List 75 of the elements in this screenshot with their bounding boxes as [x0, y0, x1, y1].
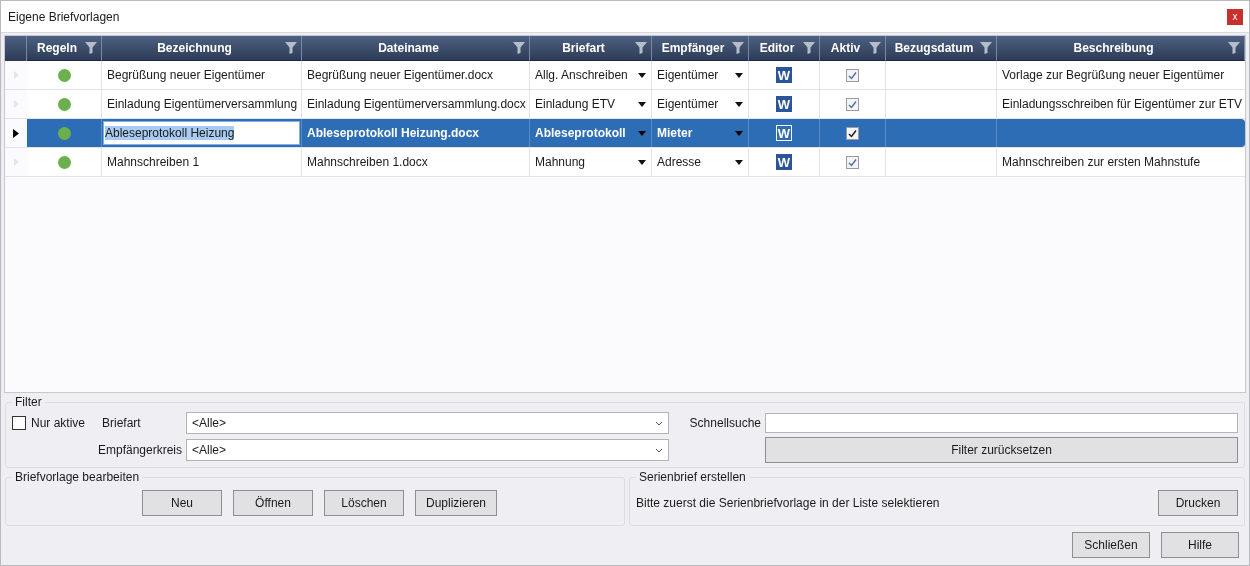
- table-cell: Allg. Anschreiben: [535, 68, 628, 82]
- checkbox[interactable]: [846, 155, 859, 169]
- dropdown-caret-icon[interactable]: [638, 101, 646, 107]
- table-cell: Adresse: [657, 155, 702, 169]
- only-active-checkbox[interactable]: Nur aktive: [12, 416, 98, 430]
- table-cell: Eigentümer: [657, 68, 719, 82]
- checkbox[interactable]: [846, 97, 859, 111]
- checkmark-icon: [848, 157, 857, 167]
- table-row[interactable]: Begrüßung neuer Eigentümer Begrüßung neuer Eigentümer.docx Allg. Anschreiben Eigentümer W Vorlage zur Begrüßung neuer Eigentümer: [5, 61, 1245, 90]
- filter-icon[interactable]: [803, 42, 815, 54]
- checkmark-icon: [848, 99, 857, 109]
- group-title: Briefvorlage bearbeiten: [14, 470, 141, 484]
- action-button[interactable]: Neu: [142, 490, 222, 516]
- reset-filter-button[interactable]: Filter zurücksetzen: [765, 437, 1238, 463]
- action-button[interactable]: Löschen: [324, 490, 404, 516]
- checkbox[interactable]: [12, 416, 26, 430]
- dropdown-caret-icon[interactable]: [735, 101, 743, 107]
- word-icon[interactable]: W: [776, 96, 792, 112]
- filter-icon[interactable]: [980, 42, 992, 54]
- table-cell: Einladung ETV: [535, 97, 616, 111]
- word-icon[interactable]: W: [776, 67, 792, 83]
- table-cell: Mahnschreiben zur ersten Mahnstufe: [1002, 155, 1201, 169]
- search-field[interactable]: [765, 413, 1238, 433]
- checkmark-icon: [848, 70, 857, 80]
- table-cell: Einladung Eigentümerversammlung: [107, 97, 298, 111]
- table-row[interactable]: Ableseprotokoll Heizung Ableseprotokoll Heizung.docx Ableseprotokoll Mieter W: [5, 119, 1245, 148]
- action-button[interactable]: Duplizieren: [415, 490, 498, 516]
- field-label: Briefart: [102, 416, 142, 430]
- dialog-button[interactable]: Hilfe: [1161, 532, 1239, 558]
- recipients-dropdown[interactable]: <Alle>: [186, 439, 669, 461]
- table-cell: Einladung Eigentümerversammlung.docx: [307, 97, 526, 111]
- table-cell: Einladungsschreiben für Eigentümer zur ETV: [1002, 97, 1243, 111]
- letter-type-dropdown[interactable]: <Alle>: [186, 412, 669, 434]
- dropdown-caret-icon[interactable]: [735, 159, 743, 165]
- checkbox[interactable]: [846, 126, 859, 140]
- window-title: Eigene Briefvorlagen: [8, 9, 120, 24]
- dropdown-caret-icon[interactable]: [638, 72, 646, 78]
- filter-icon[interactable]: [732, 42, 744, 54]
- group-title: Filter: [14, 395, 43, 409]
- dropdown-caret-icon[interactable]: [735, 72, 743, 78]
- hint-text: Bitte zuerst die Serienbriefvorlage in der Liste selektieren: [636, 496, 940, 510]
- table-cell: Mahnung: [535, 155, 586, 169]
- chevron-down-icon[interactable]: [655, 420, 663, 426]
- table-cell: Begrüßung neuer Eigentümer: [107, 68, 266, 82]
- table-cell: Vorlage zur Begrüßung neuer Eigentümer: [1002, 68, 1225, 82]
- current-row-icon: [13, 128, 19, 138]
- filter-icon[interactable]: [285, 42, 297, 54]
- table-cell: Mieter: [657, 126, 693, 140]
- print-button[interactable]: Drucken: [1158, 490, 1238, 516]
- filter-icon[interactable]: [513, 42, 525, 54]
- table-cell: Ableseprotokoll Heizung.docx: [307, 126, 480, 140]
- table-cell: Mahnschreiben 1: [107, 155, 200, 169]
- checkbox[interactable]: [846, 68, 859, 82]
- table-row[interactable]: Mahnschreiben 1 Mahnschreiben 1.docx Mahnung Adresse W Mahnschreiben zur ersten Mahnstufe: [5, 148, 1245, 177]
- table-row[interactable]: Einladung Eigentümerversammlung Einladung Eigentümerversammlung.docx Einladung ETV Eigentümer W Einladungsschreiben für Eigentümer zur ETV: [5, 90, 1245, 119]
- name-input[interactable]: Ableseprotokoll Heizung: [103, 121, 300, 145]
- table-cell: Ableseprotokoll: [535, 126, 626, 140]
- action-button[interactable]: Öffnen: [233, 490, 313, 516]
- chevron-down-icon[interactable]: [655, 447, 663, 453]
- word-icon[interactable]: W: [776, 125, 792, 141]
- checkmark-icon: [848, 128, 857, 138]
- table-cell: Mahnschreiben 1.docx: [307, 155, 428, 169]
- dialog-button[interactable]: Schließen: [1072, 532, 1150, 558]
- group-title: Serienbrief erstellen: [638, 470, 747, 484]
- filter-icon[interactable]: [1228, 42, 1240, 54]
- dropdown-caret-icon[interactable]: [638, 159, 646, 165]
- word-icon[interactable]: W: [776, 154, 792, 170]
- filter-icon[interactable]: [635, 42, 647, 54]
- field-label: Schnellsuche: [688, 416, 761, 430]
- close-button[interactable]: x: [1227, 8, 1243, 25]
- filter-icon[interactable]: [85, 42, 97, 54]
- filter-icon[interactable]: [869, 42, 881, 54]
- field-label: Empfängerkreis: [96, 443, 182, 457]
- table-cell: Begrüßung neuer Eigentümer.docx: [307, 68, 494, 82]
- table-cell: Eigentümer: [657, 97, 719, 111]
